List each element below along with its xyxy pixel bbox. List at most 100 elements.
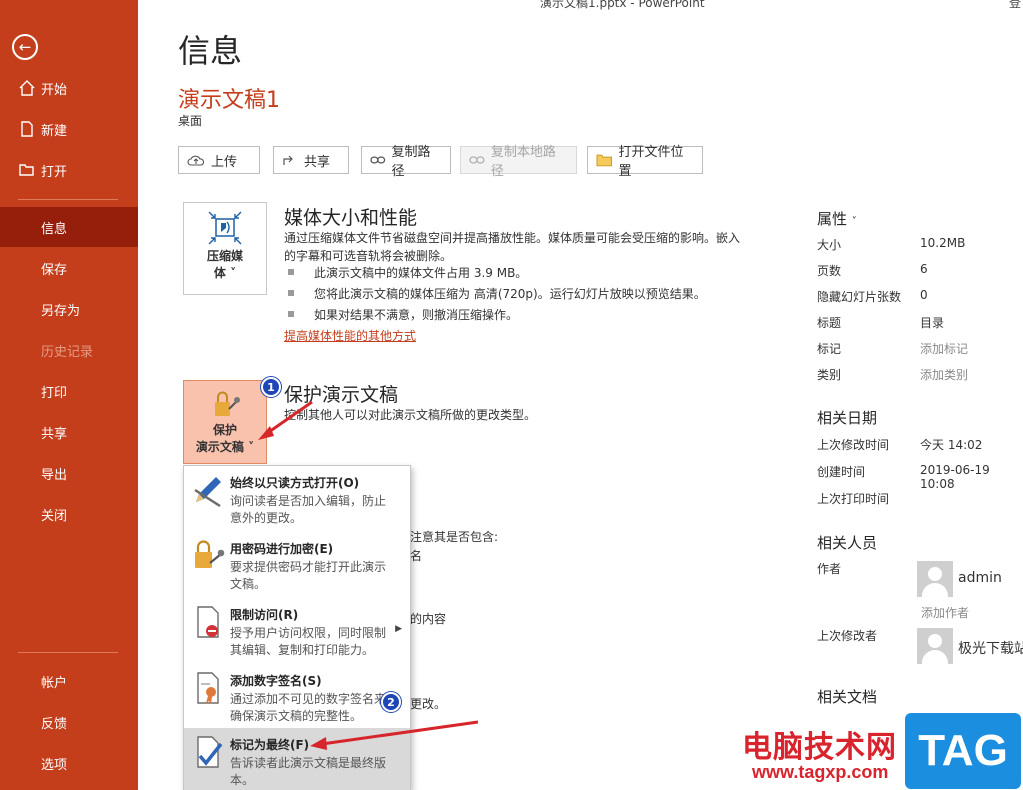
sidebar-item-save[interactable]: 保存 (0, 248, 138, 288)
media-bullet: 如果对结果不满意，则撤消压缩操作。 (284, 306, 518, 323)
related-documents-heading: 相关文档 (817, 688, 878, 706)
date-key: 上次打印时间 (817, 492, 890, 506)
date-value: 今天 14:02 (920, 438, 983, 452)
add-author-link[interactable]: 添加作者 (921, 604, 969, 621)
media-section-heading: 媒体大小和性能 (284, 207, 418, 229)
share-label: 共享 (304, 154, 331, 170)
link-icon (469, 156, 485, 164)
sidebar-item-export[interactable]: 导出 (0, 453, 138, 493)
sidebar-item-new[interactable]: 新建 (0, 109, 138, 149)
share-button[interactable]: 共享 (273, 146, 349, 174)
sidebar-item-label: 信息 (41, 221, 68, 237)
sidebar-item-label: 另存为 (41, 303, 81, 319)
sidebar-item-feedback[interactable]: 反馈 (0, 702, 138, 742)
menu-item-description: 授予用户访问权限，同时限制其编辑、复制和打印能力。 (230, 626, 387, 657)
properties-heading[interactable]: 属性 ˅ (817, 208, 857, 229)
media-bullet: 此演示文稿中的媒体文件占用 3.9 MB。 (284, 264, 527, 281)
property-value: 0 (920, 288, 928, 302)
menu-item-description: 告诉读者此演示文稿是最终版本。 (230, 756, 387, 787)
sidebar-item-history: 历史记录 (0, 330, 138, 370)
home-icon (19, 80, 35, 96)
upload-button[interactable]: 上传 (178, 146, 260, 174)
menu-item-title: 始终以只读方式打开(O) (230, 476, 360, 490)
property-key: 隐藏幻灯片张数 (817, 290, 902, 304)
protect-presentation-button[interactable]: 保护 演示文稿 ˅ (183, 380, 267, 464)
copy-local-path-button: 复制本地路径 (460, 145, 577, 179)
date-value: 2019-06-19 10:08 (920, 463, 990, 491)
lock-key-icon (215, 391, 240, 416)
compress-media-button[interactable]: 压缩媒 体 ˅ (183, 202, 267, 295)
document-check-icon (197, 736, 223, 768)
sidebar-item-label: 导出 (41, 467, 68, 483)
open-file-location-button[interactable]: 打开文件位置 (587, 145, 703, 179)
author-name[interactable]: admin (958, 570, 1002, 586)
document-name: 演示文稿1 (178, 88, 280, 113)
date-key: 上次修改时间 (817, 438, 890, 452)
sidebar-item-options[interactable]: 选项 (0, 743, 138, 783)
sidebar-item-label: 帐户 (41, 675, 68, 691)
related-people-heading: 相关人员 (817, 534, 878, 552)
protect-section-heading: 保护演示文稿 (284, 384, 399, 406)
document-location: 桌面 (178, 114, 203, 128)
menu-item-description: 要求提供密码才能打开此演示文稿。 (230, 560, 387, 591)
sidebar-item-save-as[interactable]: 另存为 (0, 289, 138, 329)
sidebar-item-account[interactable]: 帐户 (0, 661, 138, 701)
menu-item-mark-as-final[interactable]: 标记为最终(F) 告诉读者此演示文稿是最终版本。 (184, 728, 410, 790)
menu-item-add-digital-signature[interactable]: 添加数字签名(S) 通过添加不可见的数字签名来确保演示文稿的完整性。 (184, 664, 410, 728)
author-label: 作者 (817, 562, 842, 576)
sign-in-text[interactable]: 登 (1009, 0, 1021, 11)
sidebar-item-home[interactable]: 开始 (0, 68, 138, 108)
author-avatar (917, 561, 953, 597)
sidebar-item-label: 新建 (41, 123, 68, 139)
menu-item-title: 用密码进行加密(E) (230, 542, 334, 556)
menu-item-encrypt-with-password[interactable]: 用密码进行加密(E) 要求提供密码才能打开此演示文稿。 (184, 532, 410, 596)
date-key: 创建时间 (817, 465, 866, 479)
sidebar-item-print[interactable]: 打印 (0, 371, 138, 411)
background-text: 的内容 (410, 612, 447, 626)
back-arrow-icon[interactable]: ← (12, 34, 38, 60)
property-key: 页数 (817, 264, 842, 278)
protect-label-1: 保护 (212, 423, 237, 437)
copy-path-button[interactable]: 复制路径 (361, 145, 451, 179)
property-key: 类别 (817, 368, 842, 382)
sidebar-item-label: 打开 (41, 164, 68, 180)
sidebar-item-label: 保存 (41, 262, 68, 278)
sidebar-item-info[interactable]: 信息 (0, 207, 138, 247)
backstage-sidebar: ← 开始 新建 打开 信息 保存 另存为 历史记录 打印 共享 导出 关闭 帐户… (0, 0, 138, 790)
share-icon (283, 155, 293, 165)
add-tag-field[interactable]: 添加标记 (920, 340, 968, 357)
sidebar-item-label: 选项 (41, 757, 68, 773)
compress-media-label-1: 压缩媒 (206, 249, 243, 263)
property-value: 10.2MB (920, 236, 966, 250)
last-modified-by-name[interactable]: 极光下载站 (958, 638, 1023, 658)
sidebar-item-label: 共享 (41, 426, 68, 442)
menu-item-always-open-read-only[interactable]: 始终以只读方式打开(O) 询问读者是否加入编辑，防止意外的更改。 (184, 466, 410, 530)
add-category-field[interactable]: 添加类别 (920, 366, 968, 383)
sidebar-divider (18, 199, 118, 200)
pencil-no-edit-icon (194, 477, 221, 508)
folder-icon (596, 154, 612, 167)
new-document-icon (21, 121, 33, 137)
folder-open-icon (19, 164, 34, 176)
last-modified-by-label: 上次修改者 (817, 629, 878, 643)
media-section-description: 通过压缩媒体文件节省磁盘空间并提高播放性能。媒体质量可能会受压缩的影响。嵌入的字… (284, 231, 741, 263)
media-performance-link[interactable]: 提高媒体性能的其他方式 (284, 327, 416, 344)
sidebar-item-share[interactable]: 共享 (0, 412, 138, 452)
property-value-title[interactable]: 目录 (920, 314, 944, 331)
cloud-upload-icon (187, 155, 205, 166)
sidebar-item-open[interactable]: 打开 (0, 150, 138, 190)
last-modified-avatar (917, 628, 953, 664)
background-text: 名 (410, 549, 423, 563)
open-file-location-label: 打开文件位置 (618, 145, 684, 179)
submenu-arrow-icon: ▶ (395, 624, 402, 634)
link-icon (370, 156, 386, 164)
page-title: 信息 (178, 32, 243, 70)
menu-item-restrict-access[interactable]: 限制访问(R) 授予用户访问权限，同时限制其编辑、复制和打印能力。 ▶ (184, 598, 410, 662)
step-marker-1: 1 (261, 377, 281, 397)
sidebar-item-close[interactable]: 关闭 (0, 494, 138, 534)
menu-item-title: 限制访问(R) (230, 608, 299, 622)
signature-ribbon-icon (197, 672, 219, 704)
background-text: 更改。 (410, 697, 447, 711)
protect-presentation-menu: 始终以只读方式打开(O) 询问读者是否加入编辑，防止意外的更改。 用密码进行加密… (183, 465, 411, 790)
lock-key-icon (195, 540, 225, 568)
